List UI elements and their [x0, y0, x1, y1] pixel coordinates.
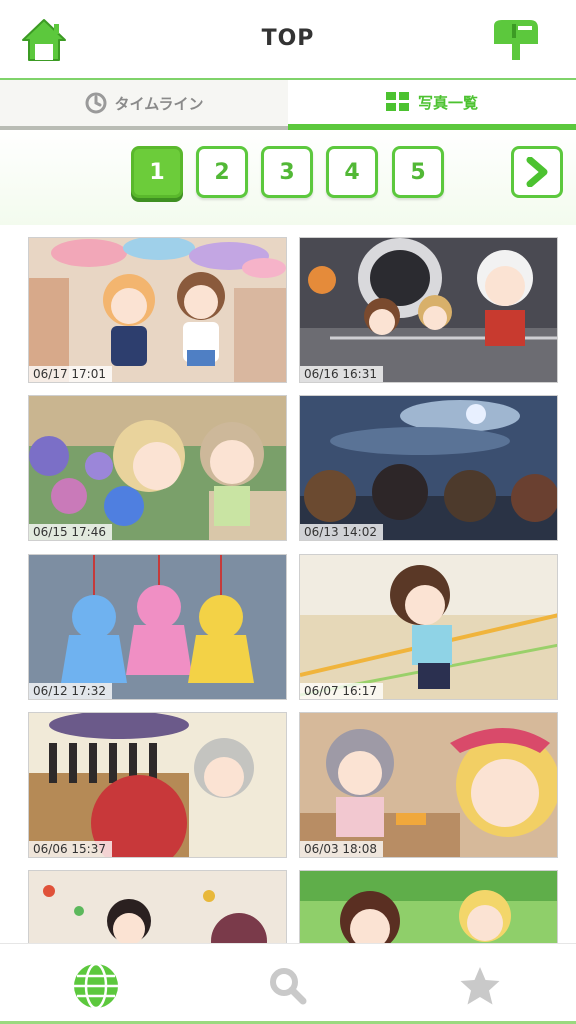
tab-photo-list-label: 写真一覧	[417, 93, 478, 112]
photo-date: 06/16 16:31	[300, 366, 383, 382]
photo-grid: 06/17 17:01 06/16 16:31 06/15 17:46 06/1…	[0, 225, 576, 943]
photo-thumbnail[interactable]: 06/13 14:02	[299, 395, 558, 541]
tab-timeline-label: タイムライン	[114, 94, 204, 113]
photo-image	[29, 238, 286, 382]
photo-image	[29, 555, 286, 699]
photo-date: 06/07 16:17	[300, 683, 383, 699]
page-button-3[interactable]: 3	[261, 146, 313, 198]
tab-timeline[interactable]: タイムライン	[0, 80, 288, 130]
page-button-1[interactable]: 1	[131, 146, 183, 198]
mailbox-icon	[494, 20, 538, 60]
search-icon	[270, 968, 307, 1005]
app-header: TOP	[0, 0, 576, 80]
photo-image	[300, 871, 557, 943]
bottom-nav	[0, 943, 576, 1024]
photo-date: 06/13 14:02	[300, 524, 383, 540]
tab-photo-list[interactable]: 写真一覧	[288, 80, 576, 130]
nav-favorites[interactable]	[456, 962, 504, 1010]
photo-date: 06/12 17:32	[29, 683, 112, 699]
star-icon	[460, 967, 500, 1005]
view-tabs: タイムライン 写真一覧	[0, 80, 576, 130]
photo-date: 06/03 18:08	[300, 841, 383, 857]
photo-thumbnail[interactable]	[28, 870, 287, 943]
next-page-button[interactable]	[511, 146, 563, 198]
nav-home-globe[interactable]	[72, 962, 120, 1010]
clock-icon	[85, 92, 107, 114]
pagination: 1 2 3 4 5	[0, 130, 576, 225]
nav-search[interactable]	[264, 962, 312, 1010]
photo-image	[300, 238, 557, 382]
photo-thumbnail[interactable]: 06/12 17:32	[28, 554, 287, 700]
photo-date: 06/15 17:46	[29, 524, 112, 540]
photo-image	[300, 713, 557, 857]
photo-date: 06/06 15:37	[29, 841, 112, 857]
page-button-4[interactable]: 4	[326, 146, 378, 198]
photo-thumbnail[interactable]: 06/15 17:46	[28, 395, 287, 541]
chevron-right-icon	[526, 157, 548, 187]
photo-image	[300, 555, 557, 699]
photo-thumbnail[interactable]: 06/03 18:08	[299, 712, 558, 858]
photo-image	[29, 871, 286, 943]
photo-thumbnail[interactable]: 06/17 17:01	[28, 237, 287, 383]
globe-icon	[74, 962, 118, 1010]
page-button-2[interactable]: 2	[196, 146, 248, 198]
photo-thumbnail[interactable]: 06/16 16:31	[299, 237, 558, 383]
photo-date: 06/17 17:01	[29, 366, 112, 382]
photo-thumbnail[interactable]	[299, 870, 558, 943]
photo-image	[300, 396, 557, 540]
page-button-5[interactable]: 5	[392, 146, 444, 198]
photo-image	[29, 396, 286, 540]
mailbox-button[interactable]	[490, 16, 540, 64]
photo-thumbnail[interactable]: 06/06 15:37	[28, 712, 287, 858]
grid-icon	[385, 92, 409, 111]
photo-thumbnail[interactable]: 06/07 16:17	[299, 554, 558, 700]
photo-image	[29, 713, 286, 857]
